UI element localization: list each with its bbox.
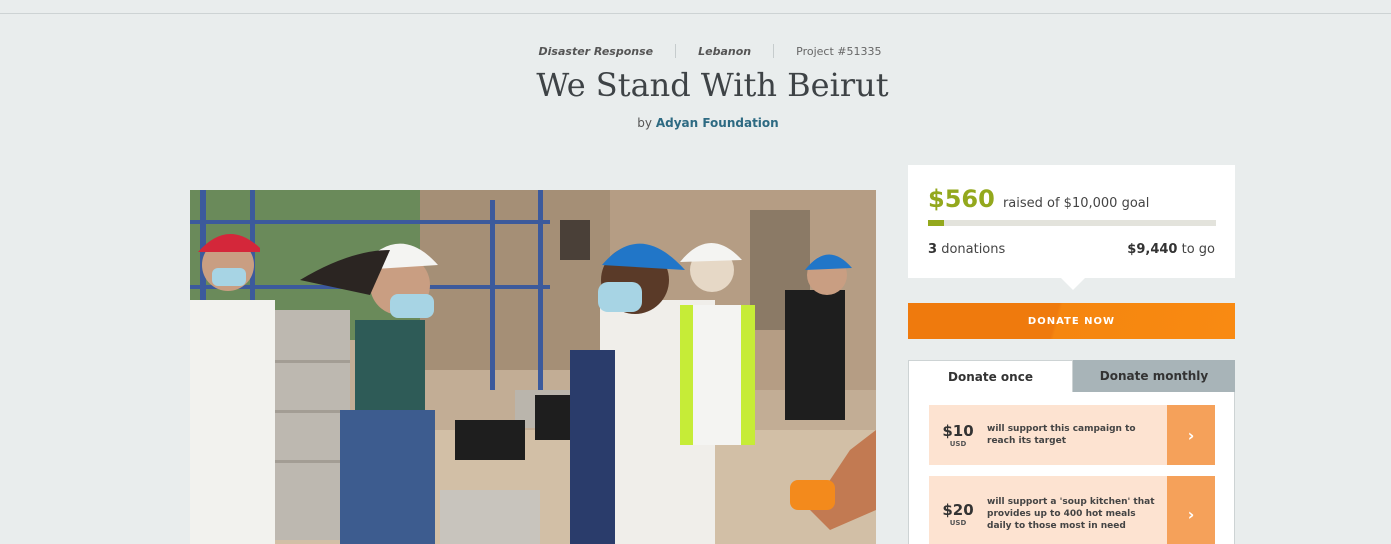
progress-card: $560 raised of $10,000 goal 3 donations … xyxy=(908,165,1235,278)
raised-summary: $560 raised of $10,000 goal xyxy=(928,185,1149,213)
project-photo xyxy=(190,190,876,544)
option-description: will support this campaign to reach its … xyxy=(987,424,1136,446)
donate-now-button[interactable]: DONATE NOW xyxy=(908,303,1235,339)
option-description: will support a 'soup kitchen' that provi… xyxy=(987,497,1155,531)
donation-options: $10 USD will support this campaign to re… xyxy=(908,392,1235,544)
top-divider xyxy=(0,13,1391,14)
project-id: Project #51335 xyxy=(796,44,882,58)
progress-bar xyxy=(928,220,1216,226)
donation-count: 3 donations xyxy=(928,242,1005,257)
tab-donate-once[interactable]: Donate once xyxy=(908,360,1073,392)
chevron-right-icon[interactable]: › xyxy=(1167,405,1215,465)
option-amount: $20 USD xyxy=(929,502,987,527)
byline: by Adyan Foundation xyxy=(0,116,1391,130)
option-currency: USD xyxy=(949,518,967,527)
project-meta: Disaster Response Lebanon Project #51335 xyxy=(0,44,1391,58)
byline-prefix: by xyxy=(637,116,652,130)
raised-amount: $560 xyxy=(928,185,995,213)
donation-option-20[interactable]: $20 USD will support a 'soup kitchen' th… xyxy=(929,476,1215,544)
donation-option-10[interactable]: $10 USD will support this campaign to re… xyxy=(929,405,1215,465)
location-link[interactable]: Lebanon xyxy=(698,45,751,58)
remaining-amount: $9,440 to go xyxy=(1127,242,1215,257)
tab-donate-monthly[interactable]: Donate monthly xyxy=(1073,360,1235,392)
option-currency: USD xyxy=(949,439,967,448)
project-photo-illustration xyxy=(190,190,876,544)
meta-divider xyxy=(773,44,775,58)
option-amount-value: $20 xyxy=(942,500,974,519)
theme-link[interactable]: Disaster Response xyxy=(539,45,654,58)
option-amount: $10 USD xyxy=(929,423,987,448)
chevron-right-icon[interactable]: › xyxy=(1167,476,1215,544)
donation-count-number: 3 xyxy=(928,242,938,257)
remaining-amount-value: $9,440 xyxy=(1127,242,1178,257)
progress-bar-fill xyxy=(928,220,945,226)
option-amount-value: $10 xyxy=(942,421,974,440)
card-pointer xyxy=(1061,278,1085,290)
meta-divider xyxy=(675,44,677,58)
goal-text: raised of $10,000 goal xyxy=(1002,196,1150,211)
page-title: We Stand With Beirut xyxy=(536,66,889,104)
remaining-amount-label: to go xyxy=(1181,242,1215,257)
donation-count-label: donations xyxy=(941,242,1006,257)
organization-link[interactable]: Adyan Foundation xyxy=(656,116,779,130)
